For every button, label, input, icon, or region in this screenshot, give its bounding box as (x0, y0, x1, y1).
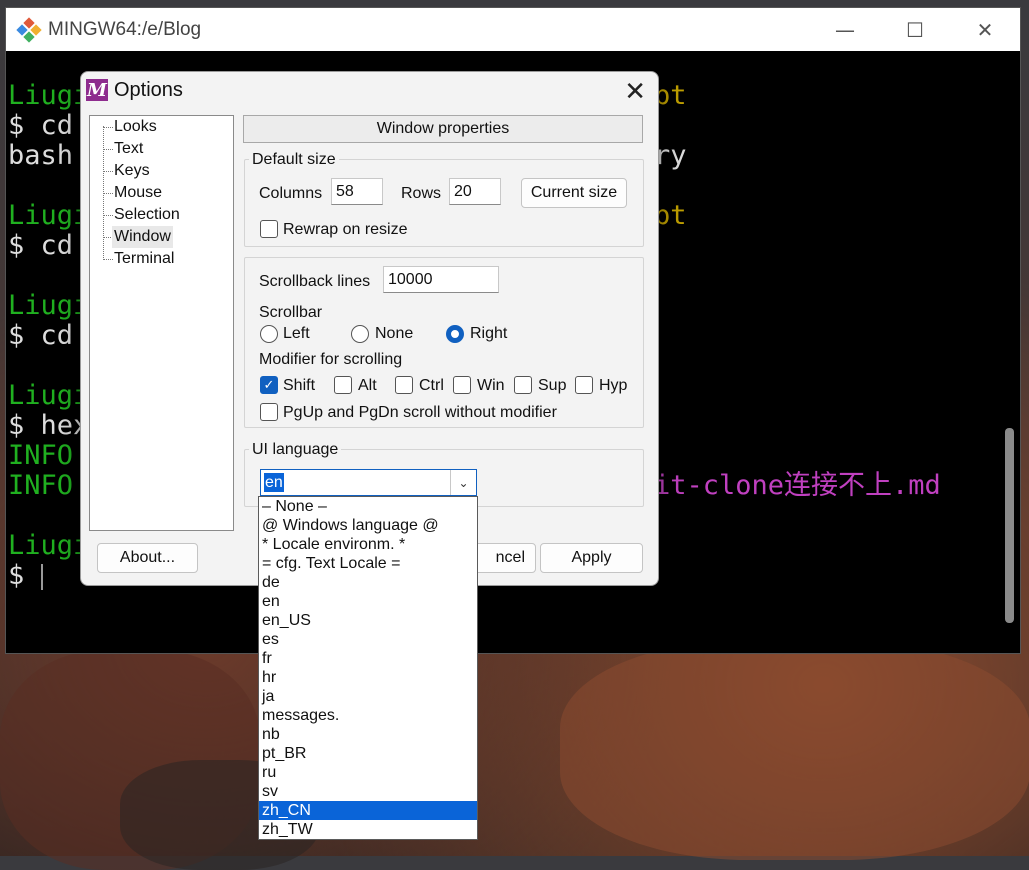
default-size-label: Default size (249, 151, 339, 169)
about-button[interactable]: About... (97, 543, 198, 573)
win-checkbox[interactable] (453, 376, 471, 394)
dropdown-option[interactable]: es (259, 630, 477, 649)
tree-connector (103, 171, 113, 172)
tree-connector (103, 259, 113, 260)
apply-button[interactable]: Apply (540, 543, 643, 573)
scrollback-lines-input[interactable]: 10000 (383, 266, 499, 293)
mintty-logo-icon: M (86, 79, 108, 101)
tree-item-text[interactable]: Text (114, 138, 143, 160)
maximize-button[interactable]: ☐ (880, 8, 950, 51)
dropdown-option[interactable]: fr (259, 649, 477, 668)
ui-language-dropdown[interactable]: – None – @ Windows language @ * Locale env… (258, 496, 478, 840)
dropdown-option[interactable]: nb (259, 725, 477, 744)
tree-item-selection[interactable]: Selection (114, 204, 180, 226)
ctrl-checkbox[interactable] (395, 376, 413, 394)
tree-item-looks[interactable]: Looks (114, 116, 157, 138)
wallpaper-shape (560, 640, 1029, 860)
ui-language-label: UI language (249, 441, 342, 459)
dropdown-option[interactable]: sv (259, 782, 477, 801)
dropdown-option[interactable]: – None – (259, 497, 477, 516)
text-cursor (40, 563, 43, 590)
tree-connector (103, 127, 113, 128)
sup-checkbox[interactable] (514, 376, 532, 394)
dropdown-option[interactable]: zh_TW (259, 820, 477, 839)
dropdown-option[interactable]: ja (259, 687, 477, 706)
tree-item-window[interactable]: Window (112, 226, 173, 248)
dropdown-option[interactable]: de (259, 573, 477, 592)
hyp-checkbox[interactable] (575, 376, 593, 394)
tree-item-terminal[interactable]: Terminal (114, 248, 174, 270)
rows-label: Rows (401, 185, 442, 202)
scrollbar-label: Scrollbar (259, 304, 323, 321)
git-logo-icon (16, 16, 42, 43)
rewrap-label: Rewrap on resize (283, 221, 408, 238)
close-icon[interactable]: ✕ (624, 76, 646, 107)
ui-language-value: en (264, 473, 284, 492)
shift-label: Shift (283, 377, 316, 394)
dropdown-option[interactable]: hr (259, 668, 477, 687)
tree-line (103, 126, 104, 258)
dropdown-option[interactable]: * Locale environm. * (259, 535, 477, 554)
dropdown-option[interactable]: en_US (259, 611, 477, 630)
scrollbar-none-label: None (375, 325, 414, 342)
sup-label: Sup (538, 377, 567, 394)
pgup-pgdn-label: PgUp and PgDn scroll without modifier (283, 404, 557, 421)
dropdown-option[interactable]: pt_BR (259, 744, 477, 763)
scrollbar-left-radio[interactable] (260, 325, 278, 343)
alt-checkbox[interactable] (334, 376, 352, 394)
dialog-titlebar[interactable]: M Options ✕ (81, 72, 658, 108)
tree-connector (103, 149, 113, 150)
dropdown-option[interactable]: @ Windows language @ (259, 516, 477, 535)
hyp-label: Hyp (599, 377, 628, 394)
dropdown-option[interactable]: en (259, 592, 477, 611)
terminal-title: MINGW64:/e/Blog (48, 18, 202, 40)
category-tree[interactable]: Looks Text Keys Mouse Selection Window T… (89, 115, 234, 531)
chevron-down-icon[interactable]: ⌄ (450, 470, 476, 495)
scrollbar-left-label: Left (283, 325, 310, 342)
dropdown-option[interactable]: ru (259, 763, 477, 782)
scrollbar-right-label: Right (470, 325, 508, 342)
tree-connector (103, 193, 113, 194)
scrollback-lines-label: Scrollback lines (259, 273, 371, 290)
scrollbar-none-radio[interactable] (351, 325, 369, 343)
columns-label: Columns (259, 185, 323, 202)
win-label: Win (477, 377, 505, 394)
tree-item-keys[interactable]: Keys (114, 160, 150, 182)
dialog-title: Options (114, 78, 183, 101)
rows-input[interactable]: 20 (449, 178, 501, 205)
current-size-button[interactable]: Current size (521, 178, 627, 208)
rewrap-checkbox[interactable] (260, 220, 278, 238)
shift-checkbox[interactable]: ✓ (260, 376, 278, 394)
close-window-button[interactable]: ✕ (950, 8, 1020, 51)
dropdown-option[interactable]: = cfg. Text Locale = (259, 554, 477, 573)
columns-input[interactable]: 58 (331, 178, 383, 205)
minimize-button[interactable]: — (810, 8, 880, 51)
tree-connector (103, 215, 113, 216)
section-title: Window properties (243, 115, 643, 143)
ui-language-select[interactable]: en ⌄ (260, 469, 477, 496)
alt-label: Alt (358, 377, 377, 394)
tree-item-mouse[interactable]: Mouse (114, 182, 162, 204)
dropdown-option[interactable]: zh_CN (259, 801, 477, 820)
pgup-pgdn-checkbox[interactable] (260, 403, 278, 421)
terminal-titlebar[interactable]: MINGW64:/e/Blog — ☐ ✕ (6, 8, 1020, 51)
ctrl-label: Ctrl (419, 377, 444, 394)
modifier-label: Modifier for scrolling (259, 351, 403, 368)
dropdown-option[interactable]: messages. (259, 706, 477, 725)
scrollbar-right-radio[interactable] (446, 325, 464, 343)
terminal-scrollbar[interactable] (1005, 428, 1014, 623)
